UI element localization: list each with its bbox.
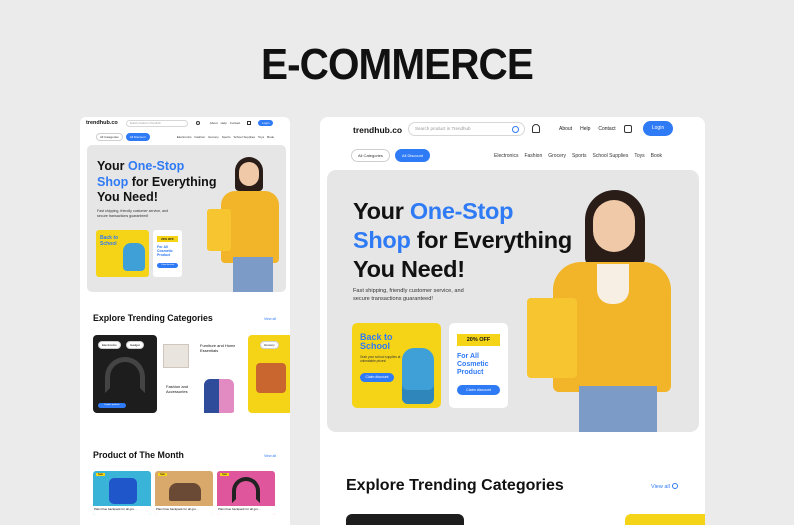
promo-card-back-to-school[interactable]: Back to School Grab your school supplies… bbox=[352, 323, 441, 408]
hero-banner: Your One-Stop Shop for Everything You Ne… bbox=[87, 145, 286, 292]
brand-logo[interactable]: trendhub.co bbox=[353, 125, 402, 135]
all-categories-button[interactable]: All Categories bbox=[96, 133, 123, 141]
nav-help[interactable]: Help bbox=[221, 121, 227, 125]
hero-subtitle: Fast shipping, friendly customer service… bbox=[353, 288, 464, 302]
product-card[interactable]: Sale Plain blue backpack for all gro... bbox=[155, 471, 213, 515]
nav-about[interactable]: About bbox=[559, 126, 572, 132]
category-card-grocery[interactable] bbox=[625, 514, 705, 525]
claim-discount-button[interactable]: Claim discount bbox=[157, 263, 178, 268]
product-month-title: Product of The Month bbox=[93, 450, 184, 460]
category-card-electronics[interactable] bbox=[346, 514, 464, 525]
view-all-link[interactable]: View all bbox=[264, 454, 276, 458]
grocery-basket-image bbox=[256, 363, 286, 393]
all-discount-button[interactable]: All Discount bbox=[394, 149, 431, 162]
category-link-sports[interactable]: Sports bbox=[572, 153, 586, 159]
mockup-zoomed: trendhub.co Search product in Trendhub A… bbox=[320, 117, 705, 525]
search-input[interactable]: Search product in Trendhub bbox=[125, 119, 188, 127]
trending-title: Explore Trending Categories bbox=[346, 477, 564, 494]
view-all-link[interactable]: View all bbox=[651, 483, 678, 490]
page-title: E-COMMERCE bbox=[261, 40, 534, 89]
category-link-fashion[interactable]: Fashion bbox=[524, 153, 542, 159]
backpack-image bbox=[402, 348, 434, 404]
promo-card-back-to-school[interactable]: Back to School bbox=[96, 230, 149, 277]
promo-title: For All Cosmetic Product bbox=[457, 353, 489, 376]
claim-discount-button[interactable]: Claim discount bbox=[360, 373, 394, 382]
hero-model-image bbox=[207, 157, 282, 292]
hero-model-image bbox=[527, 190, 677, 432]
nav-contact[interactable]: Contact bbox=[230, 121, 240, 125]
hero-subtitle: Fast shipping, friendly customer service… bbox=[97, 209, 169, 218]
search-input[interactable]: Search product in Trendhub bbox=[408, 122, 525, 136]
category-link-book[interactable]: Book bbox=[651, 153, 662, 159]
all-discount-button[interactable]: All Discount bbox=[125, 133, 150, 141]
category-link-school-supplies[interactable]: School Supplies bbox=[592, 153, 628, 159]
nav-help[interactable]: Help bbox=[580, 126, 590, 132]
login-button[interactable]: Login bbox=[643, 121, 673, 136]
category-card-furniture[interactable]: Furniture and Home Essentials Fashion an… bbox=[160, 335, 235, 413]
category-link-grocery[interactable]: Grocery bbox=[548, 153, 566, 159]
cart-icon[interactable] bbox=[624, 125, 632, 133]
category-link[interactable]: Toys bbox=[258, 135, 264, 139]
promo-text: Grab your school supplies at unbeatable … bbox=[360, 355, 401, 363]
login-button[interactable]: Login bbox=[258, 120, 274, 126]
category-link[interactable]: Book bbox=[267, 135, 274, 139]
claim-discount-button[interactable]: Claim discount bbox=[457, 385, 500, 395]
category-link[interactable]: Electronics bbox=[177, 135, 192, 139]
brand-logo[interactable]: trendhub.co bbox=[86, 120, 118, 126]
bell-icon[interactable] bbox=[195, 121, 200, 125]
category-link[interactable]: School Supplies bbox=[233, 135, 255, 139]
all-categories-button[interactable]: All Categories bbox=[351, 149, 390, 162]
nav-links: About Help Contact bbox=[559, 126, 616, 132]
trending-title: Explore Trending Categories bbox=[93, 313, 213, 323]
promo-title: Back to School bbox=[360, 332, 393, 351]
category-link[interactable]: Fashion bbox=[194, 135, 205, 139]
category-link[interactable]: Sports bbox=[222, 135, 231, 139]
category-links: Electronics Fashion Grocery Sports Schoo… bbox=[494, 153, 662, 159]
view-all-link[interactable]: View all bbox=[264, 317, 276, 321]
product-card[interactable]: Sale Plain blue backpack for all gro... bbox=[93, 471, 151, 515]
category-card-electronics[interactable]: Electronics Gadget Explore products bbox=[93, 335, 157, 413]
mockup-full-page: trendhub.co Search product in Trendhub A… bbox=[80, 117, 290, 525]
header: trendhub.co Search product in Trendhub A… bbox=[80, 117, 290, 129]
promo-card-cosmetic[interactable]: 20% OFF For All Cosmetic Product Claim d… bbox=[153, 230, 182, 277]
nav-contact[interactable]: Contact bbox=[598, 126, 615, 132]
category-link-toys[interactable]: Toys bbox=[634, 153, 644, 159]
nav-about[interactable]: About bbox=[210, 121, 218, 125]
hero-banner: Your One-Stop Shop for Everything You Ne… bbox=[327, 170, 699, 432]
arrow-right-icon bbox=[671, 483, 678, 489]
product-image bbox=[109, 478, 137, 504]
bell-icon[interactable] bbox=[532, 124, 540, 133]
hero-heading: Your One-Stop Shop for Everything You Ne… bbox=[97, 159, 217, 204]
product-card[interactable]: Sale Plain blue backpack for all gro... bbox=[217, 471, 275, 515]
category-pills: All Categories All Discount bbox=[351, 149, 431, 162]
category-bar: All Categories All Discount Electronics … bbox=[96, 133, 274, 141]
category-card-grocery[interactable]: Grocery bbox=[248, 335, 290, 413]
backpack-image bbox=[123, 243, 145, 271]
search-icon[interactable] bbox=[512, 126, 519, 133]
category-link[interactable]: Grocery bbox=[208, 135, 219, 139]
promo-card-cosmetic[interactable]: 20% OFF For All Cosmetic Product Claim d… bbox=[449, 323, 508, 408]
cart-icon[interactable] bbox=[247, 121, 252, 125]
fashion-models-image bbox=[204, 379, 234, 413]
nav-links: About Help Contact bbox=[210, 121, 240, 125]
explore-products-button[interactable]: Explore products bbox=[98, 403, 126, 408]
category-link-electronics[interactable]: Electronics bbox=[494, 153, 518, 159]
product-image bbox=[169, 483, 201, 501]
product-image bbox=[232, 477, 260, 503]
headphones-image bbox=[105, 357, 145, 393]
discount-badge: 20% OFF bbox=[457, 334, 500, 346]
cabinet-image bbox=[163, 344, 189, 368]
